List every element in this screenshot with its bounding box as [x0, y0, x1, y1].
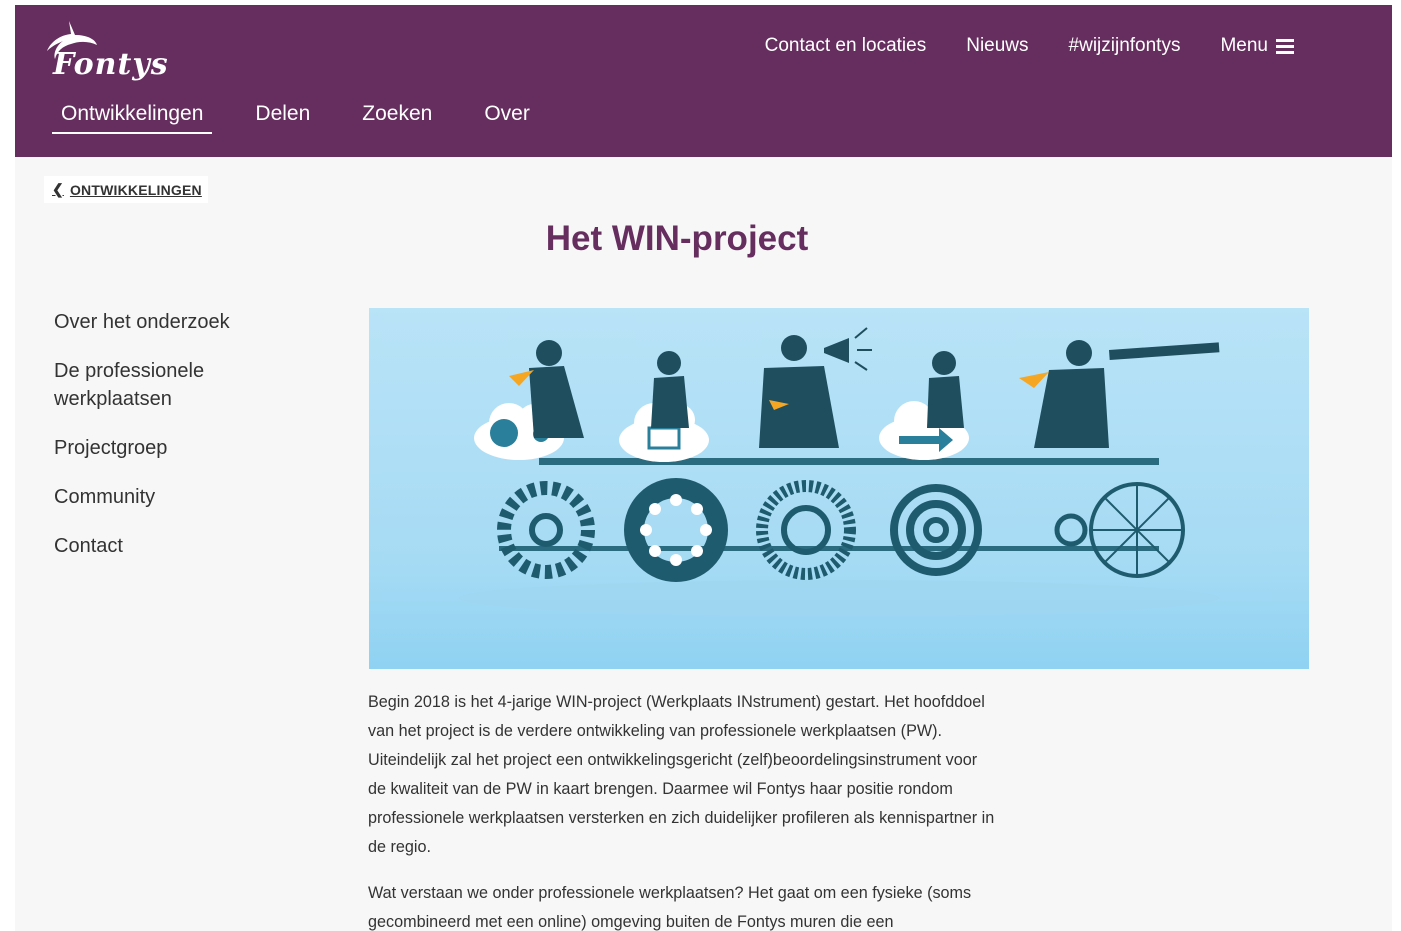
mainnav-delen[interactable]: Delen — [246, 102, 319, 134]
mainnav-ontwikkelingen[interactable]: Ontwikkelingen — [52, 102, 213, 134]
sidebar-nav: Over het onderzoek De professionele werk… — [54, 308, 294, 581]
topnav-wijzijnfontys-link[interactable]: #wijzijnfontys — [1069, 35, 1181, 57]
fontys-logo[interactable]: Fontys — [41, 13, 171, 85]
mainnav-over[interactable]: Over — [475, 102, 539, 134]
page-frame: Fontys Contact en locaties Nieuws #wijzi… — [15, 5, 1392, 931]
sidebar-item-community[interactable]: Community — [54, 483, 294, 511]
sidebar-item-contact[interactable]: Contact — [54, 532, 294, 560]
article-paragraph: Begin 2018 is het 4-jarige WIN-project (… — [368, 693, 995, 856]
page-title: Het WIN-project — [545, 219, 809, 258]
top-nav: Contact en locaties Nieuws #wijzijnfonty… — [725, 35, 1294, 57]
sidebar-item-onderzoek[interactable]: Over het onderzoek — [54, 308, 294, 336]
article-body: Begin 2018 is het 4-jarige WIN-project (… — [368, 688, 998, 931]
logo-text: Fontys — [53, 47, 169, 82]
hero-illustration — [369, 308, 1309, 669]
main-nav: Ontwikkelingen Delen Zoeken Over — [52, 102, 573, 134]
breadcrumb-label: ONTWIKKELINGEN — [69, 181, 202, 198]
tandem-bicycle-illustration — [459, 327, 1220, 616]
hamburger-icon — [1276, 39, 1294, 54]
breadcrumb-back-link[interactable]: ❮ ONTWIKKELINGEN — [44, 176, 208, 203]
sidebar-item-werkplaatsen[interactable]: De professionele werkplaatsen — [54, 357, 294, 413]
mainnav-zoeken[interactable]: Zoeken — [353, 102, 441, 134]
topnav-contact-link[interactable]: Contact en locaties — [765, 35, 927, 57]
menu-button[interactable]: Menu — [1220, 35, 1294, 57]
site-header: Fontys Contact en locaties Nieuws #wijzi… — [15, 5, 1392, 157]
chevron-left-icon: ❮ — [52, 181, 64, 197]
topnav-news-link[interactable]: Nieuws — [966, 35, 1028, 57]
sidebar-item-projectgroep[interactable]: Projectgroep — [54, 434, 294, 462]
article-paragraph: Wat verstaan we onder professionele werk… — [368, 884, 972, 931]
menu-label: Menu — [1220, 35, 1268, 56]
